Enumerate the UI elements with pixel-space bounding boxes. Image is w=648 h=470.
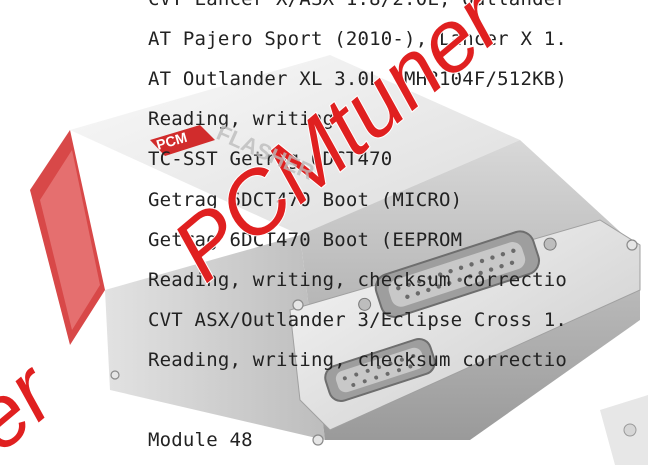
list-line: CVT Lancer X/ASX 1.8/2.0L, Outlander (148, 0, 567, 10)
list-line: Reading, writing. (148, 108, 346, 130)
list-line: Reading, writing, checksum correctio (148, 269, 568, 291)
list-line: AT Outlander XL 3.0L (MH8104F/512KB) (148, 68, 568, 90)
list-line: CVT ASX/Outlander 3/Eclipse Cross 1. (148, 309, 568, 331)
list-line: Getrag 6DCT470 Boot (EEPROM (148, 229, 463, 251)
list-line: Reading, writing, checksum correctio (148, 349, 568, 371)
list-line: Module 48 (148, 429, 253, 451)
list-line: AT Pajero Sport (2010-), Lancer X 1. (148, 28, 568, 50)
list-line: TC-SST Getrag 6DCT470 (148, 148, 393, 170)
feature-list: CVT Lancer X/ASX 1.8/2.0L, Outlander AT … (148, 0, 648, 465)
list-line: Getrag 6DCT470 Boot (MICRO) (148, 189, 463, 211)
